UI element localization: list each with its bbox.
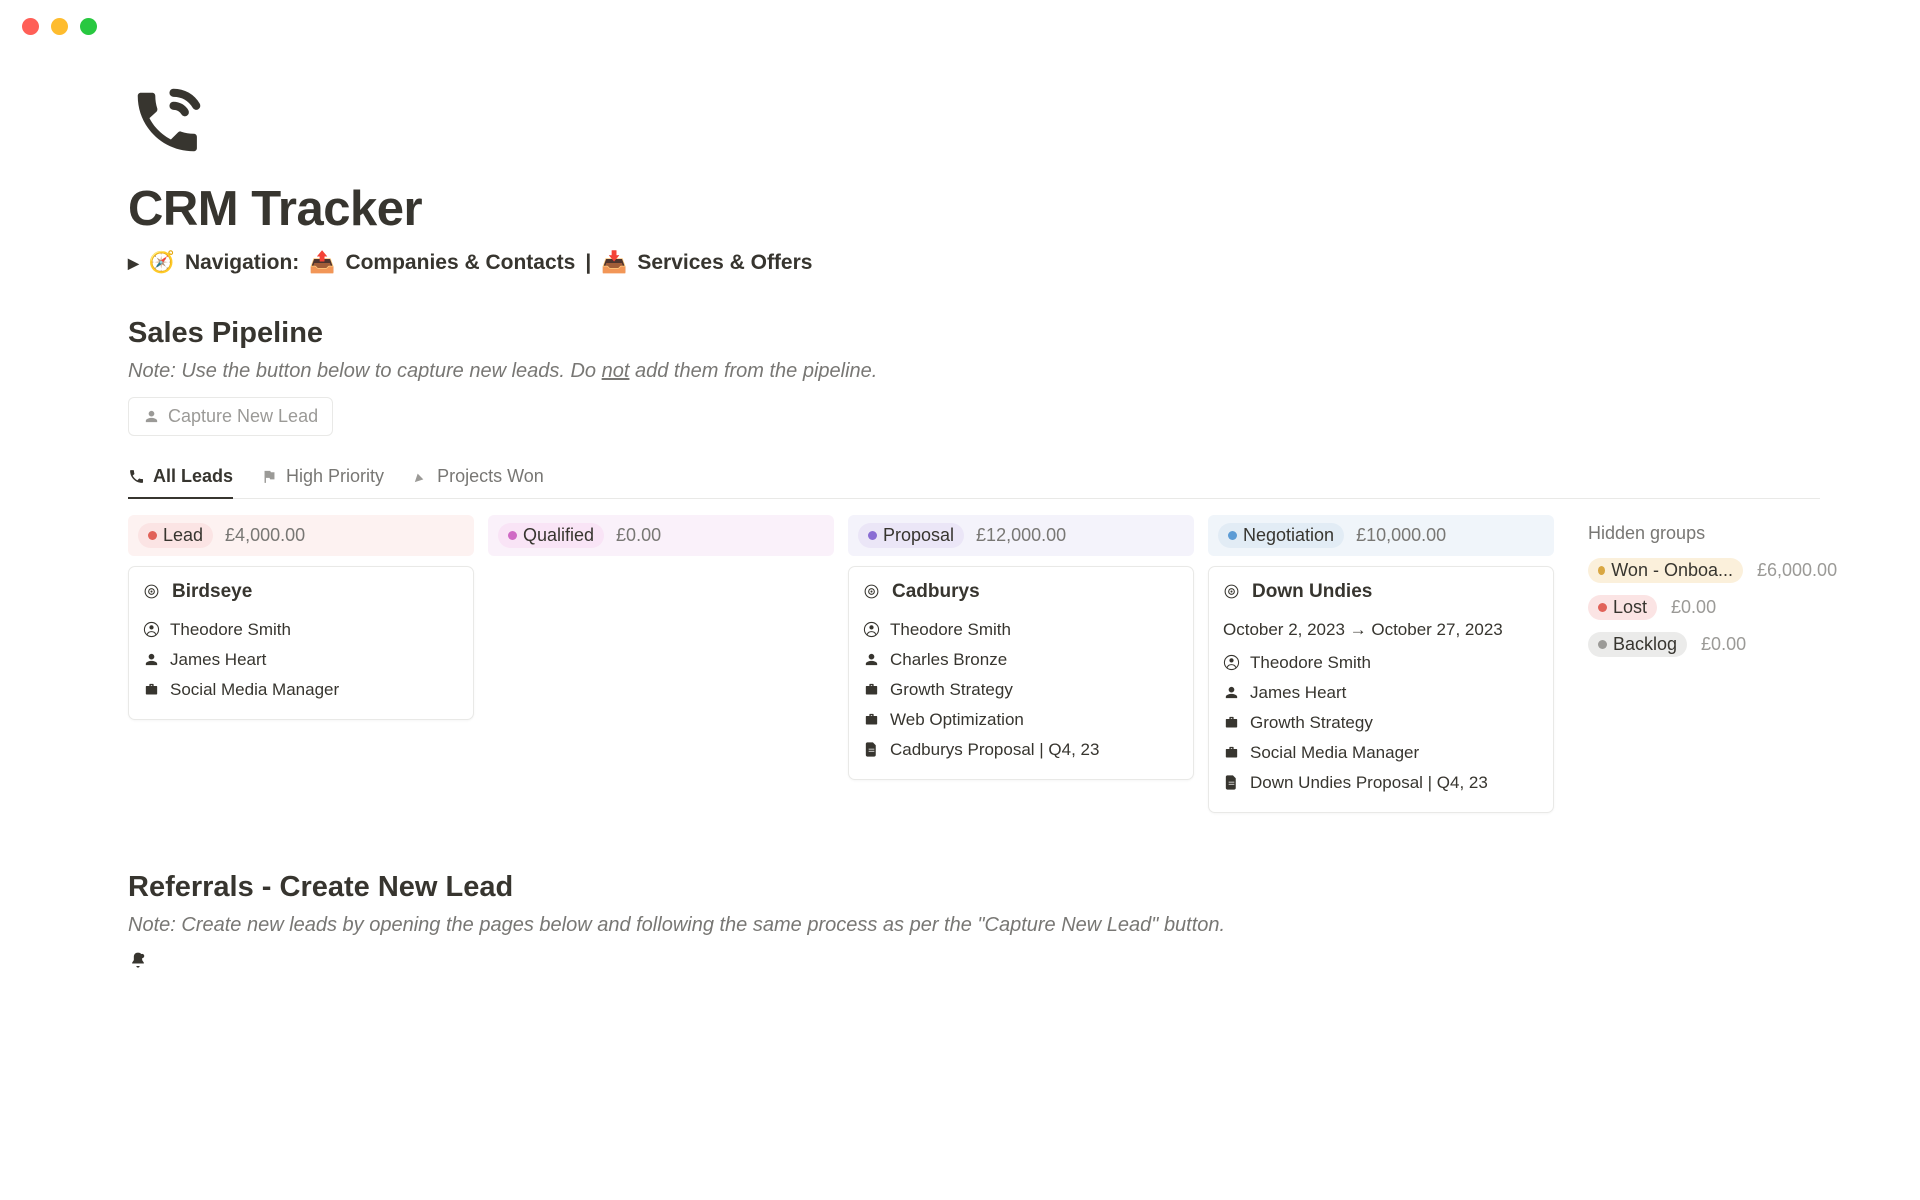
tab-projects-won[interactable]: Projects Won [412,458,544,497]
nav-divider: | [585,251,591,275]
referrals-note: Note: Create new leads by opening the pa… [128,914,1820,937]
status-pill-won: Won - Onboa... [1588,558,1743,583]
column-header-proposal[interactable]: Proposal £12,000.00 [848,515,1194,556]
card-owner-row: Charles Bronze [863,645,1179,675]
card-owner-row: James Heart [1223,678,1539,708]
column-lead: Lead £4,000.00 Birdseye Theodore Smith J… [128,515,474,720]
hidden-group-lost[interactable]: Lost £0.00 [1588,595,1837,620]
briefcase-icon [863,681,880,698]
column-header-lead[interactable]: Lead £4,000.00 [128,515,474,556]
card-title: Cadburys [892,581,980,603]
column-amount: £12,000.00 [976,525,1066,546]
column-negotiation: Negotiation £10,000.00 Down Undies Octob… [1208,515,1554,813]
column-amount: £4,000.00 [225,525,305,546]
nav-link-companies[interactable]: Companies & Contacts [345,251,575,275]
tab-high-priority[interactable]: High Priority [261,458,384,497]
hidden-group-backlog[interactable]: Backlog £0.00 [1588,632,1837,657]
status-pill-lost: Lost [1588,595,1657,620]
outbox-icon: 📤 [309,251,335,275]
status-pill-lead: Lead [138,523,213,548]
person-add-icon [143,408,160,425]
column-amount: £10,000.00 [1356,525,1446,546]
close-window-icon[interactable] [22,18,39,35]
card-title: Down Undies [1252,581,1372,603]
target-icon [143,583,160,600]
sales-pipeline-heading: Sales Pipeline [128,317,1820,350]
card-contact-row: Theodore Smith [863,615,1179,645]
status-pill-qualified: Qualified [498,523,604,548]
compass-icon: 🧭 [149,251,175,275]
card-service-row: Social Media Manager [143,675,459,705]
column-amount: £0.00 [616,525,661,546]
flag-icon [261,468,278,485]
maximize-window-icon[interactable] [80,18,97,35]
briefcase-icon [863,711,880,728]
status-pill-proposal: Proposal [858,523,964,548]
card-document-row: Cadburys Proposal | Q4, 23 [863,735,1179,765]
page-content: CRM Tracker ▶ 🧭 Navigation: 📤 Companies … [0,53,1920,971]
document-icon [863,741,880,758]
card-service-row: Growth Strategy [1223,708,1539,738]
column-qualified: Qualified £0.00 [488,515,834,566]
card-document-row: Down Undies Proposal | Q4, 23 [1223,768,1539,798]
sales-note: Note: Use the button below to capture ne… [128,360,1820,383]
kanban-board: Lead £4,000.00 Birdseye Theodore Smith J… [128,515,1820,813]
navigation-row[interactable]: ▶ 🧭 Navigation: 📤 Companies & Contacts |… [128,251,1820,275]
page-icon-phone[interactable] [128,83,206,161]
person-circle-icon [1223,654,1240,671]
status-pill-negotiation: Negotiation [1218,523,1344,548]
column-header-negotiation[interactable]: Negotiation £10,000.00 [1208,515,1554,556]
referrals-heading: Referrals - Create New Lead [128,871,1820,904]
navigation-label: Navigation: [185,251,299,275]
card-contact-row: Theodore Smith [1223,648,1539,678]
card-service-row: Growth Strategy [863,675,1179,705]
target-icon [863,583,880,600]
person-icon [143,651,160,668]
card-date-range: October 2, 2023 → October 27, 2023 [1223,615,1539,648]
person-circle-icon [863,621,880,638]
tab-all-leads[interactable]: All Leads [128,458,233,499]
target-icon [1223,583,1240,600]
confetti-icon [412,468,429,485]
card-contact-row: Theodore Smith [143,615,459,645]
nav-link-services[interactable]: Services & Offers [637,251,812,275]
status-pill-backlog: Backlog [1588,632,1687,657]
card-birdseye[interactable]: Birdseye Theodore Smith James Heart Soci… [128,566,474,720]
briefcase-icon [143,681,160,698]
column-proposal: Proposal £12,000.00 Cadburys Theodore Sm… [848,515,1194,780]
card-owner-row: James Heart [143,645,459,675]
card-title: Birdseye [172,581,252,603]
briefcase-icon [1223,714,1240,731]
bell-icon[interactable] [128,951,148,971]
window-traffic-lights [0,0,1920,53]
document-icon [1223,774,1240,791]
card-cadburys[interactable]: Cadburys Theodore Smith Charles Bronze G… [848,566,1194,780]
capture-new-lead-button[interactable]: Capture New Lead [128,397,333,436]
hidden-groups: Hidden groups Won - Onboa... £6,000.00 L… [1568,515,1837,669]
phone-icon [128,468,145,485]
briefcase-icon [1223,744,1240,761]
capture-button-label: Capture New Lead [168,406,318,427]
card-service-row: Web Optimization [863,705,1179,735]
person-icon [1223,684,1240,701]
page-title: CRM Tracker [128,181,1820,237]
person-circle-icon [143,621,160,638]
hidden-group-won[interactable]: Won - Onboa... £6,000.00 [1588,558,1837,583]
person-icon [863,651,880,668]
card-service-row: Social Media Manager [1223,738,1539,768]
hidden-groups-title: Hidden groups [1588,515,1837,544]
minimize-window-icon[interactable] [51,18,68,35]
card-down-undies[interactable]: Down Undies October 2, 2023 → October 27… [1208,566,1554,813]
inbox-icon: 📥 [601,251,627,275]
column-header-qualified[interactable]: Qualified £0.00 [488,515,834,556]
referrals-section: Referrals - Create New Lead Note: Create… [128,871,1820,971]
tabs-row: All Leads High Priority Projects Won [128,458,1820,499]
toggle-icon[interactable]: ▶ [128,255,139,272]
